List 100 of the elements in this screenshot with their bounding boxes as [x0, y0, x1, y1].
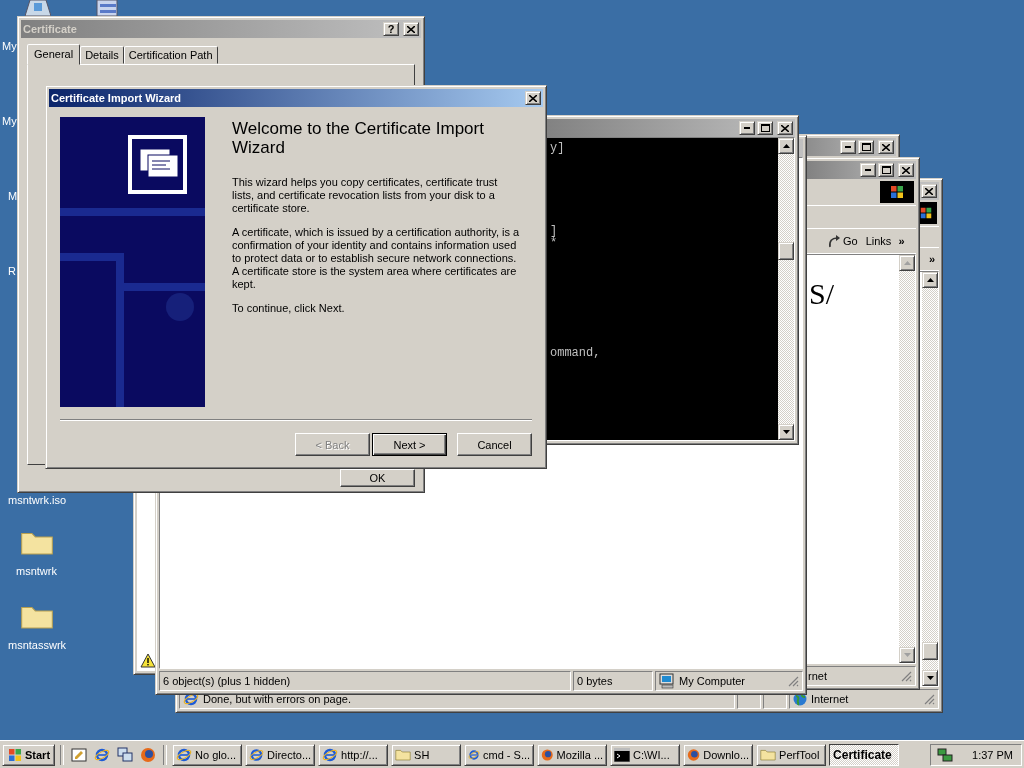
icon-label[interactable]: msntwrk.iso [8, 494, 67, 506]
windows-flag-icon [889, 184, 905, 200]
icon-label[interactable]: msntwrk [16, 565, 57, 577]
down-arrow-icon [903, 653, 911, 657]
window-title: Certificate [23, 23, 78, 35]
zone-label: Internet [811, 693, 849, 705]
close-icon [407, 25, 415, 33]
down-arrow-icon [782, 430, 790, 434]
ok-button[interactable]: OK [340, 469, 415, 487]
up-arrow-icon [903, 261, 911, 265]
tab[interactable]: General [27, 44, 81, 65]
status-text: 0 bytes [577, 675, 613, 687]
console-icon [614, 747, 631, 762]
scrollbar[interactable] [899, 255, 915, 663]
wizard-button[interactable]: Next > [372, 433, 447, 456]
chevron-button[interactable]: » [896, 235, 907, 247]
network-icon [937, 746, 953, 763]
icon-label[interactable]: M [8, 190, 18, 202]
icon-label[interactable]: msntasswrk [8, 639, 67, 651]
taskbar-button[interactable]: Certificate [829, 743, 900, 766]
scroll-down-button[interactable] [899, 647, 915, 663]
wizard-heading: Welcome to the Certificate Import Wizard [232, 119, 485, 157]
wizard-paragraph: This wizard helps you copy certificates, certificate trust lists, and certificate revocation lists from your disk to a certificate store. [232, 176, 499, 215]
console-line: y] [550, 142, 565, 154]
resize-grip-icon [787, 675, 799, 687]
minimize-icon [744, 127, 750, 129]
close-icon [902, 166, 910, 174]
scrollbar[interactable] [922, 272, 938, 686]
close-icon [781, 124, 789, 132]
scroll-up-button[interactable] [899, 255, 915, 271]
taskbar-button[interactable]: SH [391, 743, 462, 766]
curved-arrow-icon [827, 234, 841, 248]
up-arrow-icon [782, 144, 790, 148]
console-line: ] [550, 225, 558, 237]
resize-grip-icon [900, 670, 912, 682]
maximize-button[interactable] [858, 140, 874, 154]
wizard-button[interactable]: Cancel [457, 433, 532, 456]
icon-label[interactable]: R [8, 265, 16, 277]
taskbar-button[interactable]: PerfTool [756, 743, 827, 766]
scroll-down-button[interactable] [922, 670, 938, 686]
documents-icon[interactable] [95, 0, 121, 18]
icon-label[interactable]: My [2, 40, 17, 52]
close-button[interactable] [898, 163, 914, 177]
globe-e-icon [94, 746, 111, 763]
quick-launch-button[interactable] [115, 746, 136, 763]
windows-icon [117, 746, 134, 763]
scroll-up-button[interactable] [922, 272, 938, 288]
taskbar-button[interactable]: Directo... [245, 743, 316, 766]
status-text: My Computer [679, 675, 746, 687]
close-button[interactable] [921, 184, 937, 198]
taskbar-button[interactable]: Downlo... [683, 743, 754, 766]
close-icon [925, 187, 933, 195]
taskbar-button[interactable]: C:\WI... [610, 743, 681, 766]
close-button[interactable] [878, 140, 894, 154]
taskbar-button[interactable]: http://... [318, 743, 389, 766]
scroll-down-button[interactable] [778, 424, 794, 440]
icon-label[interactable]: My [2, 115, 17, 127]
windows-flag-icon [7, 746, 23, 763]
globe-e-icon [249, 746, 265, 763]
globe-e-icon [322, 746, 339, 763]
console-line: * [550, 237, 558, 249]
minimize-icon [865, 169, 871, 171]
maximize-button[interactable] [878, 163, 894, 177]
scroll-thumb[interactable] [922, 642, 938, 660]
status-text: 6 object(s) (plus 1 hidden) [163, 675, 291, 687]
close-icon [529, 94, 537, 102]
close-button[interactable] [403, 22, 419, 36]
warning-icon [140, 653, 156, 669]
taskbar-button[interactable]: Mozilla ... [537, 743, 608, 766]
tab[interactable]: Details [80, 46, 124, 64]
fox-globe-icon [687, 746, 701, 763]
minimize-button[interactable] [860, 163, 876, 177]
start-button[interactable]: Start [2, 743, 56, 766]
up-arrow-icon [926, 278, 934, 282]
taskbar-button[interactable]: cmd - S... [464, 743, 535, 766]
computer-icon[interactable] [25, 0, 51, 18]
clock: 1:37 PM [972, 748, 1013, 761]
maximize-icon [861, 143, 871, 151]
scrollbar[interactable] [778, 138, 794, 440]
maximize-icon [760, 124, 770, 132]
chevron-button[interactable]: » [926, 253, 937, 265]
status-message: Done, but with errors on page. [203, 693, 351, 705]
scroll-up-button[interactable] [778, 138, 794, 154]
window-title: Certificate Import Wizard [51, 92, 183, 104]
tab[interactable]: Certification Path [123, 46, 218, 64]
minimize-button[interactable] [739, 121, 755, 135]
taskbar-button[interactable]: No glo... [172, 743, 243, 766]
maximize-button[interactable] [757, 121, 773, 135]
minimize-button[interactable] [840, 140, 856, 154]
help-button[interactable]: ? [383, 22, 399, 36]
links-button[interactable]: Links [862, 235, 895, 247]
globe-e-icon [176, 746, 193, 763]
maximize-icon [881, 166, 891, 174]
scroll-thumb[interactable] [778, 242, 794, 260]
wizard-paragraph: To continue, click Next. [232, 302, 346, 315]
go-button[interactable]: Go [824, 234, 861, 248]
close-button[interactable] [525, 91, 541, 105]
resize-grip-icon [923, 693, 935, 705]
folder-icon [760, 748, 777, 761]
close-button[interactable] [777, 121, 793, 135]
